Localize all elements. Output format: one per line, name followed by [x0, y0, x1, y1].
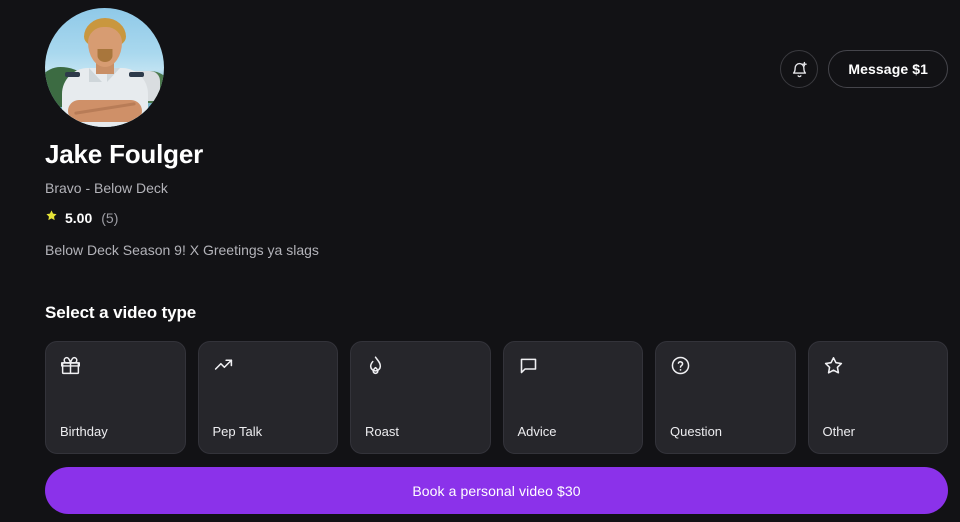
book-video-button[interactable]: Book a personal video $30: [45, 467, 948, 514]
video-type-card-advice[interactable]: Advice: [502, 341, 643, 454]
video-type-label: Advice: [517, 424, 557, 439]
video-type-label: Question: [670, 424, 723, 439]
video-type-card-roast[interactable]: Roast: [350, 341, 491, 454]
message-button[interactable]: Message $1: [828, 50, 948, 88]
star-outline-icon: [823, 355, 934, 379]
avatar[interactable]: [45, 8, 164, 127]
rating-value: 5.00: [65, 210, 93, 226]
profile-bio: Below Deck Season 9! X Greetings ya slag…: [45, 242, 319, 258]
profile-page: Message $1 Jake Foulger Bravo - Below De…: [0, 0, 960, 522]
rating: 5.00 (5): [45, 209, 645, 227]
avatar-image: [45, 8, 164, 127]
video-type-card-birthday[interactable]: Birthday: [45, 341, 186, 454]
star-icon: [45, 209, 58, 227]
video-type-heading: Select a video type: [45, 303, 197, 322]
gift-icon: [60, 355, 171, 379]
video-type-card-other[interactable]: Other: [807, 341, 948, 454]
profile-info: Jake Foulger Bravo - Below Deck 5.00 (5)…: [45, 137, 645, 259]
speech-bubble-icon: [518, 355, 629, 379]
trending-up-icon: [213, 355, 324, 379]
flame-icon: [365, 355, 476, 379]
video-type-label: Pep Talk: [212, 424, 263, 439]
video-type-label: Birthday: [60, 424, 108, 439]
notify-button[interactable]: [780, 50, 819, 88]
profile-channel: Bravo - Below Deck: [45, 180, 168, 196]
video-type-label: Roast: [365, 424, 399, 439]
rating-count: (5): [101, 210, 119, 226]
page-title: Jake Foulger: [45, 139, 203, 169]
bell-plus-icon: [790, 60, 809, 79]
video-type-label: Other: [822, 424, 856, 439]
video-type-card-pep-talk[interactable]: Pep Talk: [197, 341, 338, 454]
video-type-list: Birthday Pep Talk Roast Advice Question …: [45, 341, 948, 454]
video-type-card-question[interactable]: Question: [655, 341, 796, 454]
header-actions: Message $1: [780, 50, 948, 88]
question-circle-icon: [670, 355, 781, 379]
